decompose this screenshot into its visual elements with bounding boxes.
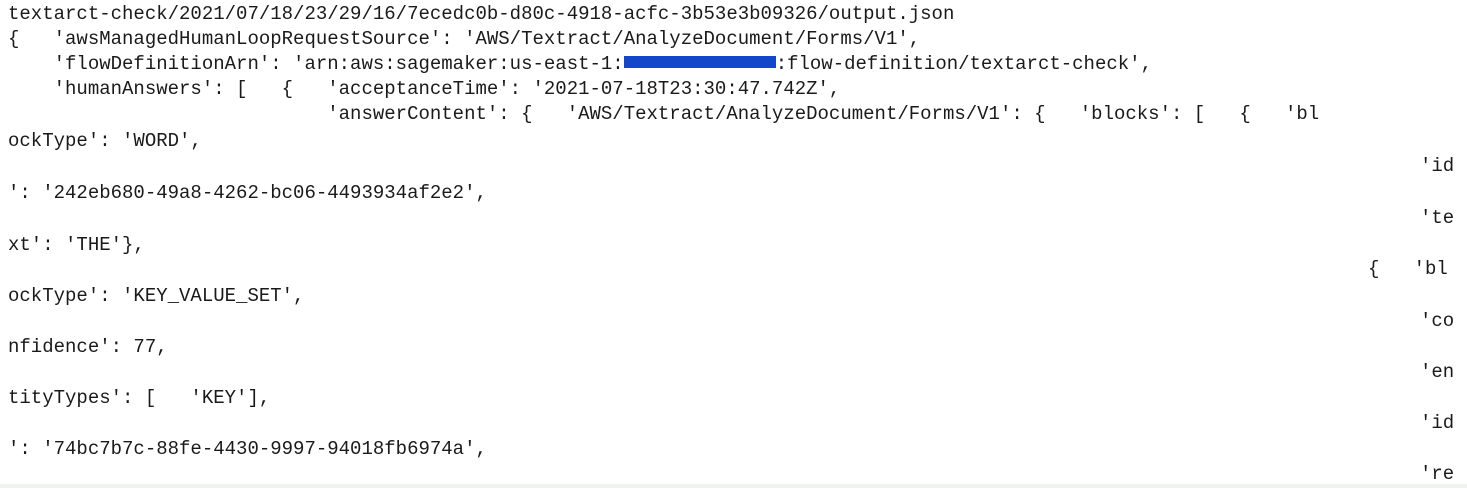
flow-definition-suffix: :flow-definition/textarct-check',	[775, 53, 1152, 75]
json-line-entity-key: 'en	[1420, 361, 1455, 383]
json-line-entity-value: tityTypes': [ 'KEY'],	[8, 387, 271, 409]
bottom-strip	[0, 484, 1467, 488]
json-line-confidence-value: nfidence': 77,	[8, 336, 168, 358]
json-line-blocktype-kvs: ockType': 'KEY_VALUE_SET',	[8, 285, 305, 307]
json-line-flow-definition: 'flowDefinitionArn': 'arn:aws:sagemaker:…	[8, 52, 1152, 77]
json-line-source: { 'awsManagedHumanLoopRequestSource': 'A…	[8, 28, 921, 50]
json-line-id-value-2: ': '74bc7b7c-88fe-4430-9997-94018fb6974a…	[8, 438, 487, 460]
json-line-answer-content: 'answerContent': { 'AWS/Textract/Analyze…	[8, 103, 1320, 125]
json-line-id-key-2: 'id	[1420, 412, 1455, 434]
json-line-text-key: 'te	[1420, 207, 1455, 229]
file-path-line: textarct-check/2021/07/18/23/29/16/7eced…	[8, 3, 955, 25]
json-line-acceptance-time: 'humanAnswers': [ { 'acceptanceTime': '2…	[8, 78, 841, 100]
flow-definition-prefix: 'flowDefinitionArn': 'arn:aws:sagemaker:…	[8, 53, 624, 75]
terminal-output: textarct-check/2021/07/18/23/29/16/7eced…	[0, 0, 1467, 488]
json-line-text-value: xt': 'THE'},	[8, 234, 145, 256]
json-line-blocktype-word: ockType': 'WORD',	[8, 130, 202, 152]
json-line-block-open: { 'bl	[1368, 258, 1448, 280]
json-line-id-key: 'id	[1420, 155, 1455, 177]
json-line-id-value: ': '242eb680-49a8-4262-bc06-4493934af2e2…	[8, 182, 487, 204]
redacted-account-id	[623, 56, 776, 68]
json-line-confidence-key: 'co	[1420, 310, 1455, 332]
